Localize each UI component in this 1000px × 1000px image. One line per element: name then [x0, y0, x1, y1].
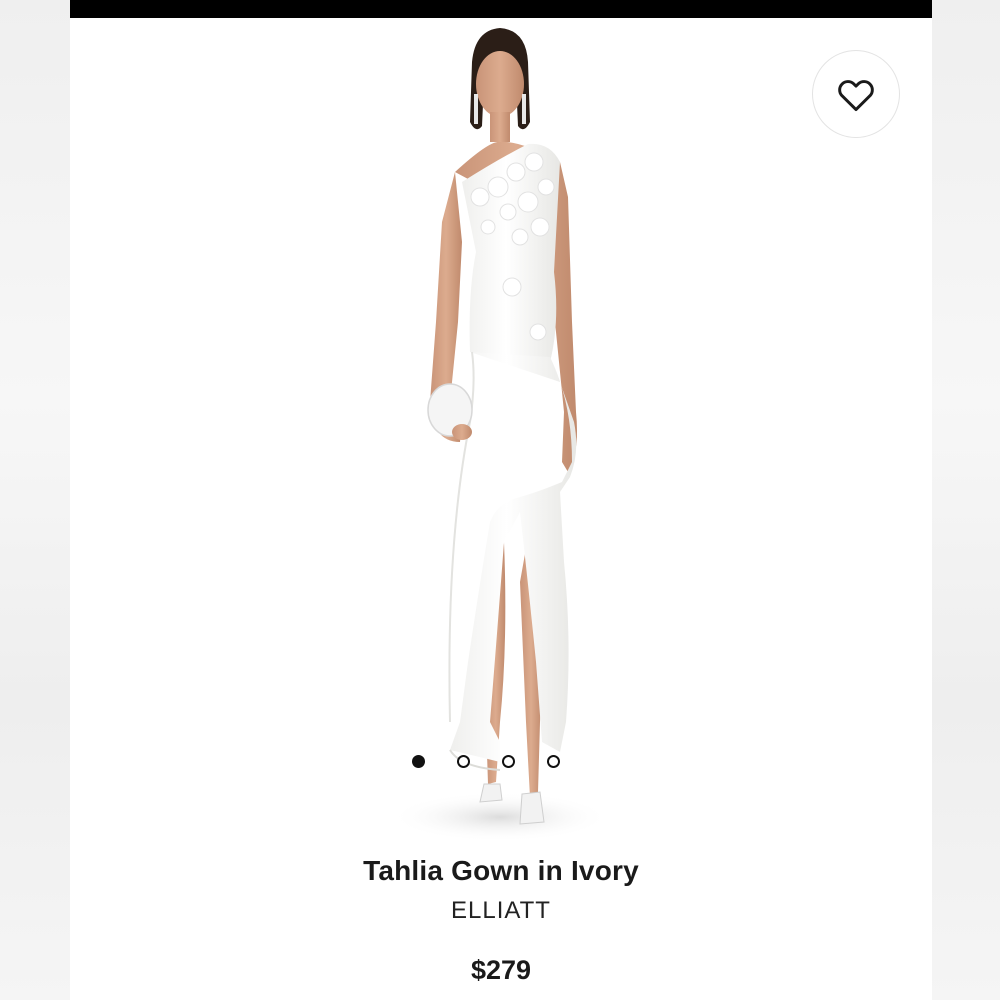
- left-margin: [0, 0, 70, 1000]
- carousel-dot-1[interactable]: [412, 754, 425, 768]
- carousel-dot-2[interactable]: [457, 754, 470, 768]
- image-carousel-dots: [412, 752, 560, 770]
- product-brand[interactable]: ELLIATT: [70, 897, 932, 925]
- product-title: Tahlia Gown in Ivory: [363, 855, 639, 886]
- heart-outline-icon: [838, 80, 874, 112]
- product-page: Tahlia Gown in Ivory ELLIATT $279: [70, 0, 932, 1000]
- top-bar: [70, 0, 932, 18]
- carousel-dot-3[interactable]: [502, 754, 515, 768]
- carousel-dot-4[interactable]: [547, 754, 560, 768]
- right-margin: [930, 0, 1000, 1000]
- product-image[interactable]: [350, 22, 650, 842]
- favorite-button[interactable]: [812, 50, 900, 138]
- product-price: $279: [470, 955, 532, 985]
